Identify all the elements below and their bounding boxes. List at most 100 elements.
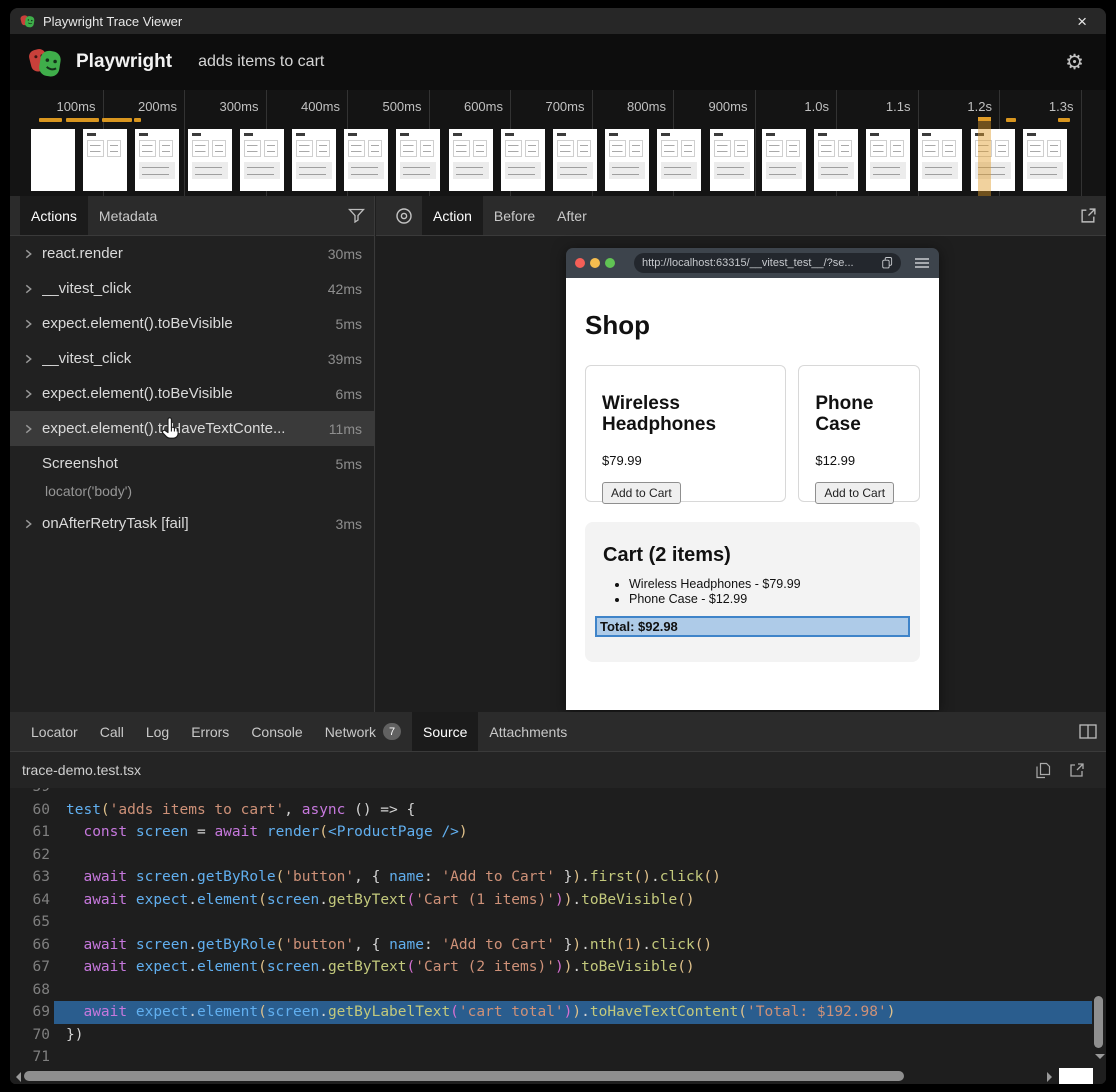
filmstrip-thumbnail[interactable] [188, 129, 232, 191]
code-line-60[interactable]: 60test('adds items to cart', async () =>… [10, 799, 1092, 822]
code-line-59[interactable]: 59 [10, 788, 1092, 799]
action-row-expect-element-tobevisible[interactable]: expect.element().toBeVisible5ms [10, 306, 374, 341]
filmstrip-thumbnail[interactable] [710, 129, 754, 191]
vertical-scrollbar-thumb[interactable] [1094, 996, 1103, 1048]
bottom-tab-locator[interactable]: Locator [20, 712, 89, 751]
actions-panel: ActionsMetadata react.render30ms__vitest… [10, 196, 375, 712]
filmstrip-thumbnail[interactable] [762, 129, 806, 191]
code-line-62[interactable]: 62 [10, 844, 1092, 867]
bottom-tab-console[interactable]: Console [240, 712, 313, 751]
bottom-tab-network[interactable]: Network7 [314, 712, 412, 751]
split-view-icon[interactable] [1070, 712, 1106, 751]
action-row-expect-element-tobevisible[interactable]: expect.element().toBeVisible6ms [10, 376, 374, 411]
scroll-down-arrow-icon[interactable] [1095, 1054, 1105, 1064]
filmstrip-thumbnail[interactable] [240, 129, 284, 191]
expand-chevron-icon[interactable] [24, 284, 35, 294]
bottom-tab-errors[interactable]: Errors [180, 712, 240, 751]
code-token: toBeVisible [581, 959, 677, 975]
code-horizontal-scrollbar[interactable] [10, 1068, 1058, 1084]
add-to-cart-button[interactable]: Add to Cart [602, 482, 681, 504]
action-row-react-render[interactable]: react.render30ms [10, 236, 374, 271]
filmstrip-thumbnail[interactable] [396, 129, 440, 191]
filmstrip-thumbnail[interactable] [814, 129, 858, 191]
filmstrip-thumbnail[interactable] [449, 129, 493, 191]
line-number: 62 [10, 844, 54, 867]
filmstrip-thumbnail[interactable] [135, 129, 179, 191]
code-line-69[interactable]: 69 await expect.element(screen.getByLabe… [10, 1001, 1092, 1024]
filmstrip-thumbnail[interactable] [918, 129, 962, 191]
traffic-light-maximize-icon[interactable] [605, 258, 615, 268]
scroll-right-arrow-icon[interactable] [1047, 1072, 1057, 1082]
source-code-view: 5960test('adds items to cart', async () … [10, 788, 1106, 1084]
filmstrip-thumbnail[interactable] [501, 129, 545, 191]
filmstrip-thumbnail[interactable] [83, 129, 127, 191]
expand-chevron-icon[interactable] [24, 389, 35, 399]
code-line-65[interactable]: 65 [10, 911, 1092, 934]
action-row-vitest-click[interactable]: __vitest_click42ms [10, 271, 374, 306]
code-token: () [677, 959, 694, 975]
open-external-icon[interactable] [1060, 762, 1094, 778]
code-token [66, 892, 83, 908]
filmstrip-thumbnail[interactable] [31, 129, 75, 191]
product-name: Wireless Headphones [602, 394, 769, 436]
open-snapshot-external-icon[interactable] [1071, 196, 1106, 235]
filmstrip-thumbnail[interactable] [657, 129, 701, 191]
code-token: ( [101, 802, 110, 818]
bottom-tab-call[interactable]: Call [89, 712, 135, 751]
code-line-67[interactable]: 67 await expect.element(screen.getByText… [10, 956, 1092, 979]
code-line-61[interactable]: 61 const screen = await render(<ProductP… [10, 821, 1092, 844]
address-bar[interactable]: http://localhost:63315/__vitest_test__/?… [634, 253, 901, 273]
filmstrip-thumbnail[interactable] [344, 129, 388, 191]
bottom-tab-source[interactable]: Source [412, 712, 478, 751]
line-text: }) [54, 1024, 1092, 1047]
code-line-71[interactable]: 71 [10, 1046, 1092, 1069]
code-token: click [651, 937, 695, 953]
app-name: Playwright [76, 51, 172, 73]
snapshot-tab-before[interactable]: Before [483, 196, 546, 235]
snapshot-tab-after[interactable]: After [546, 196, 598, 235]
code-vertical-scrollbar[interactable] [1092, 788, 1106, 1068]
pick-locator-target-icon[interactable] [386, 196, 422, 235]
expand-chevron-icon[interactable] [24, 319, 35, 329]
copy-source-icon[interactable] [1026, 762, 1060, 779]
bottom-tabbar: LocatorCallLogErrorsConsoleNetwork7Sourc… [10, 712, 1106, 752]
expand-chevron-icon[interactable] [24, 424, 35, 434]
action-row-vitest-click[interactable]: __vitest_click39ms [10, 341, 374, 376]
filmstrip-thumbnail[interactable] [866, 129, 910, 191]
expand-chevron-icon[interactable] [24, 354, 35, 364]
action-row-onafterretrytask-fail[interactable]: onAfterRetryTask [fail]3ms [10, 506, 374, 541]
actions-tab-actions[interactable]: Actions [20, 196, 88, 235]
bottom-tab-attachments[interactable]: Attachments [478, 712, 578, 751]
browser-menu-icon[interactable] [914, 257, 930, 269]
scroll-left-arrow-icon[interactable] [11, 1072, 21, 1082]
close-icon[interactable]: × [1068, 13, 1096, 30]
timeline-strip[interactable]: 100ms200ms300ms400ms500ms600ms700ms800ms… [10, 90, 1106, 196]
traffic-light-close-icon[interactable] [575, 258, 585, 268]
filter-actions-icon[interactable] [339, 196, 374, 235]
code-line-63[interactable]: 63 await screen.getByRole('button', { na… [10, 866, 1092, 889]
snapshot-tab-action[interactable]: Action [422, 196, 483, 235]
horizontal-scrollbar-thumb[interactable] [24, 1071, 904, 1081]
bottom-tab-log[interactable]: Log [135, 712, 180, 751]
filmstrip-thumbnail[interactable] [553, 129, 597, 191]
filmstrip-thumbnail[interactable] [605, 129, 649, 191]
filmstrip-thumbnail[interactable] [1023, 129, 1067, 191]
code-token: . [188, 869, 197, 885]
code-token: ( [616, 937, 625, 953]
add-to-cart-button[interactable]: Add to Cart [815, 482, 894, 504]
traffic-light-minimize-icon[interactable] [590, 258, 600, 268]
action-row-expect-element-tohavetextconte[interactable]: expect.element().toHaveTextConte...11ms [10, 411, 374, 446]
copy-url-icon[interactable] [882, 257, 893, 269]
action-row-screenshot[interactable]: Screenshot5ms [10, 446, 374, 481]
window-title: Playwright Trace Viewer [43, 14, 1060, 29]
product-cards-row: Wireless Headphones$79.99Add to CartPhon… [585, 365, 920, 502]
code-line-66[interactable]: 66 await screen.getByRole('button', { na… [10, 934, 1092, 957]
actions-tab-metadata[interactable]: Metadata [88, 196, 168, 235]
expand-chevron-icon[interactable] [24, 519, 35, 529]
settings-gear-icon[interactable]: ⚙ [1061, 48, 1088, 77]
code-line-70[interactable]: 70}) [10, 1024, 1092, 1047]
expand-chevron-icon[interactable] [24, 249, 35, 259]
code-line-64[interactable]: 64 await expect.element(screen.getByText… [10, 889, 1092, 912]
code-line-68[interactable]: 68 [10, 979, 1092, 1002]
filmstrip-thumbnail[interactable] [292, 129, 336, 191]
